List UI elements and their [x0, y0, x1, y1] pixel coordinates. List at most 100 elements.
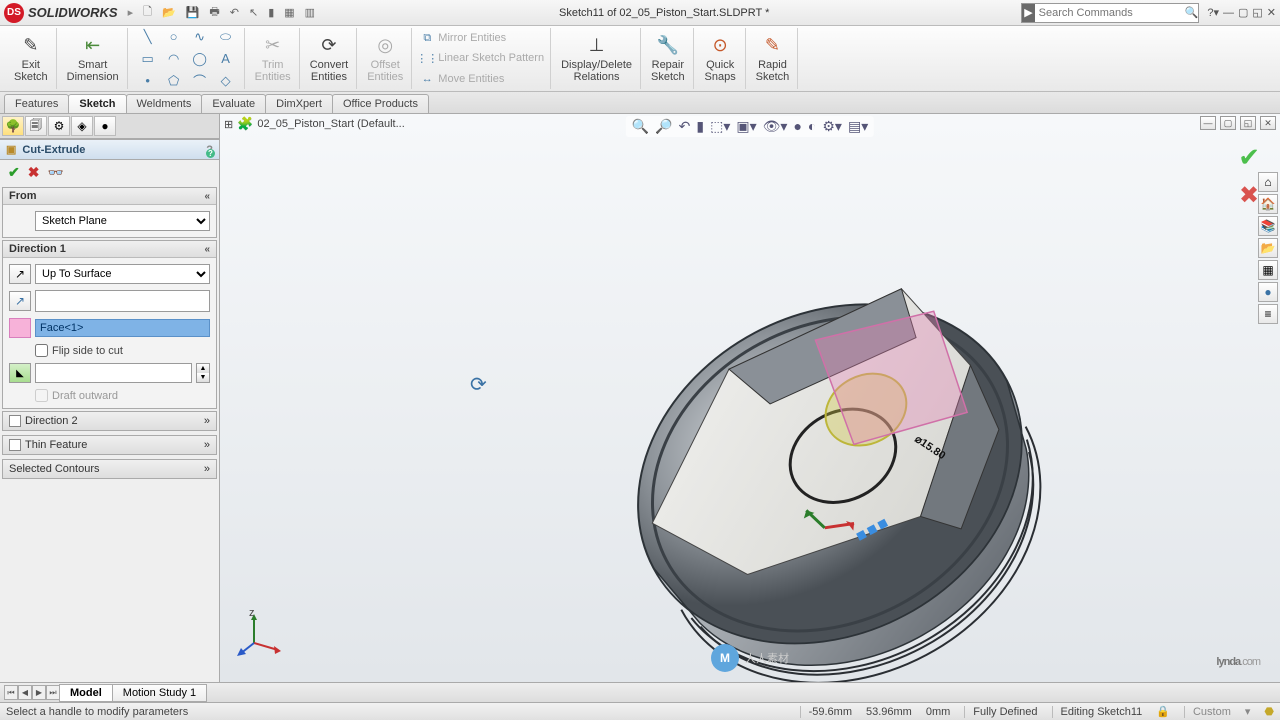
status-lock-icon[interactable]: 🔒 — [1156, 705, 1170, 718]
tab-features[interactable]: Features — [4, 94, 69, 113]
vp-close-icon[interactable]: ✕ — [1260, 116, 1276, 130]
help-pin-icon[interactable]: ? — [206, 144, 213, 156]
reject-button[interactable]: ✖ — [28, 164, 40, 181]
render-tools-icon[interactable]: ▤▾ — [848, 118, 868, 135]
direction1-header[interactable]: Direction 1 « — [3, 241, 216, 258]
reverse-direction-icon[interactable]: ↗ — [9, 264, 31, 284]
tp-home-icon[interactable]: 🏠 — [1258, 194, 1278, 214]
fillet-tool-icon[interactable]: ⌒ — [188, 71, 212, 91]
edit-appearance-icon[interactable]: ● — [793, 118, 801, 135]
cancel-feature-button[interactable]: ✖ — [1239, 181, 1259, 210]
nav-prev-icon[interactable]: ◀ — [18, 685, 32, 700]
tp-file-explorer-icon[interactable]: 📂 — [1258, 238, 1278, 258]
from-select[interactable]: Sketch Plane — [35, 211, 210, 231]
text-tool-icon[interactable]: A — [214, 49, 238, 69]
tp-design-library-icon[interactable]: 📚 — [1258, 216, 1278, 236]
flyout-feature-tree[interactable]: ⊞ 🧩 02_05_Piston_Start (Default... — [224, 116, 405, 132]
model-tab[interactable]: Model — [59, 684, 113, 702]
slot-tool-icon[interactable]: ⬭ — [214, 27, 238, 47]
polygon-tool-icon[interactable]: ⬠ — [162, 71, 186, 91]
line-tool-icon[interactable]: ╲ — [136, 27, 160, 47]
tp-custom-props-icon[interactable]: ≡ — [1258, 304, 1278, 324]
open-file-icon[interactable]: 📂 — [162, 6, 176, 19]
smart-dimension-button[interactable]: ⇤ Smart Dimension — [59, 28, 128, 89]
fm-tab-tree-icon[interactable]: 🌳 — [2, 116, 24, 136]
thin-feature-checkbox[interactable] — [9, 439, 21, 451]
repair-sketch-button[interactable]: 🔧 Repair Sketch — [643, 28, 694, 89]
rapid-sketch-button[interactable]: ✎ Rapid Sketch — [748, 28, 799, 89]
tp-view-palette-icon[interactable]: ▦ — [1258, 260, 1278, 280]
status-units[interactable]: Custom — [1184, 706, 1231, 718]
direction-vector-icon[interactable]: ↗ — [9, 291, 31, 311]
vp-maximize-icon[interactable]: ◱ — [1240, 116, 1256, 130]
help-icon[interactable]: ?▾ — [1207, 6, 1219, 19]
status-rebuild-icon[interactable]: ⬣ — [1264, 705, 1274, 718]
end-condition-select[interactable]: Up To Surface — [35, 264, 210, 284]
spline-tool-icon[interactable]: ∿ — [188, 27, 212, 47]
direction2-section[interactable]: Direction 2 » — [2, 411, 217, 431]
face-selection-icon[interactable] — [9, 318, 31, 338]
fm-tab-property-icon[interactable]: 🗐 — [25, 116, 47, 136]
appearance-icon[interactable]: ▥ — [305, 6, 315, 19]
save-icon[interactable]: 💾 — [186, 6, 200, 19]
zoom-fit-icon[interactable]: 🔍 — [632, 118, 649, 135]
view-settings-icon[interactable]: ⚙▾ — [822, 118, 842, 135]
draft-spinner[interactable]: ▲▼ — [196, 363, 210, 383]
rectangle-tool-icon[interactable]: ▭ — [136, 49, 160, 69]
tab-office-products[interactable]: Office Products — [332, 94, 429, 113]
vp-minimize-icon[interactable]: — — [1200, 116, 1216, 130]
nav-first-icon[interactable]: ⏮ — [4, 685, 18, 700]
ellipse-tool-icon[interactable]: ◯ — [188, 49, 212, 69]
vp-restore-icon[interactable]: ▢ — [1220, 116, 1236, 130]
linear-pattern-button[interactable]: ⋮⋮Linear Sketch Pattern — [420, 51, 544, 65]
accept-button[interactable]: ✔ — [8, 164, 20, 181]
print-icon[interactable]: 🖶 — [209, 3, 219, 22]
tab-evaluate[interactable]: Evaluate — [201, 94, 266, 113]
search-input[interactable] — [1035, 7, 1185, 19]
point-tool-icon[interactable]: • — [136, 71, 160, 91]
from-header[interactable]: From « — [3, 188, 216, 205]
selected-contours-section[interactable]: Selected Contours » — [2, 459, 217, 479]
new-file-icon[interactable]: 🗋 — [143, 3, 152, 22]
hide-show-icon[interactable]: 👁▾ — [763, 118, 788, 135]
titlebar-dropdown-icon[interactable]: ▸ — [128, 6, 134, 19]
fm-tab-display-icon[interactable]: ● — [94, 116, 116, 136]
face-selection-value[interactable]: Face<1> — [35, 319, 210, 337]
search-run-icon[interactable]: ▶ — [1022, 4, 1034, 22]
tab-weldments[interactable]: Weldments — [126, 94, 203, 113]
minimize-icon[interactable]: — — [1223, 7, 1234, 19]
offset-entities-button[interactable]: ◎ Offset Entities — [359, 28, 412, 89]
motion-study-tab[interactable]: Motion Study 1 — [112, 684, 207, 702]
restore-icon[interactable]: ▢ — [1238, 6, 1248, 19]
detailed-preview-button[interactable]: 👓 — [47, 165, 63, 181]
nav-last-icon[interactable]: ⏭ — [46, 685, 60, 700]
options-icon[interactable]: ▦ — [284, 6, 294, 19]
feature-tree-root[interactable]: 02_05_Piston_Start (Default... — [257, 118, 404, 130]
zoom-area-icon[interactable]: 🔎 — [655, 118, 672, 135]
direction2-checkbox[interactable] — [9, 415, 21, 427]
maximize-icon[interactable]: ◱ — [1252, 6, 1262, 19]
convert-entities-button[interactable]: ⟳ Convert Entities — [302, 28, 358, 89]
close-icon[interactable]: ✕ — [1267, 6, 1276, 19]
select-icon[interactable]: ↖ — [249, 6, 258, 19]
display-relations-button[interactable]: ⊥ Display/Delete Relations — [553, 28, 641, 89]
tree-expand-icon[interactable]: ⊞ — [224, 118, 233, 131]
move-entities-button[interactable]: ↔Move Entities — [420, 72, 544, 86]
plane-tool-icon[interactable]: ◇ — [214, 71, 238, 91]
undo-icon[interactable]: ↶ — [230, 6, 239, 19]
trim-entities-button[interactable]: ✂ Trim Entities — [247, 28, 300, 89]
nav-next-icon[interactable]: ▶ — [32, 685, 46, 700]
display-style-icon[interactable]: ▣▾ — [736, 118, 756, 135]
view-orientation-icon[interactable]: ⬚▾ — [710, 118, 730, 135]
arc-tool-icon[interactable]: ◠ — [162, 49, 186, 69]
tab-sketch[interactable]: Sketch — [68, 94, 126, 113]
graphics-viewport[interactable]: ⊞ 🧩 02_05_Piston_Start (Default... 🔍 🔎 ↶… — [220, 114, 1280, 682]
mirror-entities-button[interactable]: ⧉Mirror Entities — [420, 31, 544, 45]
draft-icon[interactable]: ◣ — [9, 363, 31, 383]
quick-snaps-button[interactable]: ⊙ Quick Snaps — [696, 28, 746, 89]
previous-view-icon[interactable]: ↶ — [679, 118, 691, 135]
tp-resources-icon[interactable]: ⌂ — [1258, 172, 1278, 192]
circle-tool-icon[interactable]: ○ — [162, 27, 186, 47]
confirm-feature-button[interactable]: ✔ — [1238, 142, 1260, 173]
exit-sketch-button[interactable]: ✎ Exit Sketch — [6, 28, 57, 89]
